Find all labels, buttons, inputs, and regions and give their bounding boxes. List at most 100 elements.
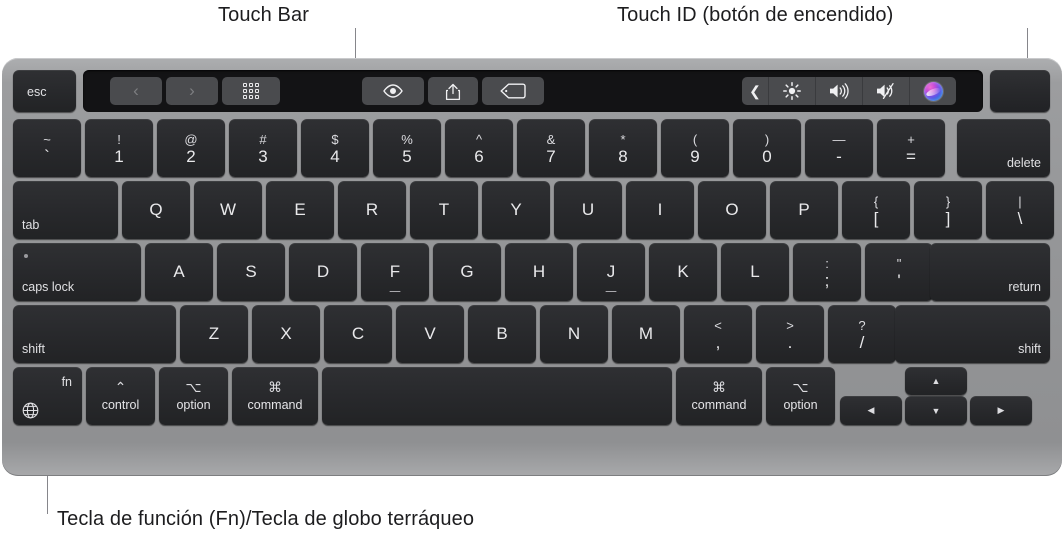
key-backslash[interactable]: | \ <box>986 181 1054 239</box>
key-s[interactable]: S <box>217 243 285 301</box>
key-t[interactable]: T <box>410 181 478 239</box>
key-o[interactable]: O <box>698 181 766 239</box>
key-tab[interactable]: tab <box>13 181 118 239</box>
key-9[interactable]: (9 <box>661 119 729 177</box>
key-2[interactable]: @2 <box>157 119 225 177</box>
key-caps-lock[interactable]: caps lock <box>13 243 141 301</box>
key-shift-right[interactable]: shift <box>895 305 1050 363</box>
key-fn-globe[interactable]: fn <box>13 367 82 425</box>
key-arrow-right[interactable]: ▶ <box>970 396 1032 425</box>
key-c[interactable]: C <box>324 305 392 363</box>
key-bracket-left[interactable]: {[ <box>842 181 910 239</box>
key-arrow-down[interactable]: ▼ <box>905 396 967 425</box>
key-v-label: V <box>424 324 436 343</box>
key-8[interactable]: * 8 <box>589 119 657 177</box>
expand-control-strip-button[interactable]: ❮ <box>742 77 769 105</box>
key-f[interactable]: F <box>361 243 429 301</box>
key-h[interactable]: H <box>505 243 573 301</box>
key-v[interactable]: V <box>396 305 464 363</box>
key-o-label: O <box>725 200 739 219</box>
key-b[interactable]: B <box>468 305 536 363</box>
key-esc[interactable]: esc <box>13 70 76 112</box>
key-z[interactable]: Z <box>180 305 248 363</box>
key-arrow-left[interactable]: ◀ <box>840 396 902 425</box>
key-option-right[interactable]: ⌥ option <box>766 367 835 425</box>
key-j[interactable]: J <box>577 243 645 301</box>
key-4[interactable]: $4 <box>301 119 369 177</box>
keyboard-inner: esc ‹ › ❮ ~ ` ! 1 @ 2 # 3 $ 4 % 5 ^ 6 & … <box>2 58 1062 476</box>
key-minus[interactable]: — - <box>805 119 873 177</box>
key-return[interactable]: return <box>930 243 1050 301</box>
key-m[interactable]: M <box>612 305 680 363</box>
key-delete[interactable]: delete <box>957 119 1050 177</box>
key-slash-upper: ? <box>858 317 866 333</box>
key-arrow-up[interactable]: ▲ <box>905 367 967 395</box>
key-comma[interactable]: <, <box>684 305 752 363</box>
key-option-left[interactable]: ⌥ option <box>159 367 228 425</box>
key-x[interactable]: X <box>252 305 320 363</box>
key-3-lower: 3 <box>258 146 268 166</box>
key-m-label: M <box>638 324 654 343</box>
key-e[interactable]: E <box>266 181 334 239</box>
key-backtick[interactable]: ~ ` <box>13 119 81 177</box>
key-control[interactable]: ⌃ control <box>86 367 155 425</box>
key-y[interactable]: Y <box>482 181 550 239</box>
key-shift-left[interactable]: shift <box>13 305 176 363</box>
key-3-upper: # <box>259 131 267 147</box>
key-slash[interactable]: ? / <box>828 305 896 363</box>
keyboard-diagram: Touch Bar Touch ID (botón de encendido) … <box>0 0 1064 545</box>
key-d-label: D <box>316 262 330 281</box>
quick-look-button[interactable] <box>362 77 424 105</box>
touch-id-button[interactable] <box>990 70 1050 112</box>
key-bracket-left-lower: [ <box>873 208 879 228</box>
key-space[interactable] <box>322 367 672 425</box>
key-equal[interactable]: + = <box>877 119 945 177</box>
key-n[interactable]: N <box>540 305 608 363</box>
key-shift-left-label: shift <box>22 342 45 356</box>
mute-button[interactable] <box>863 77 910 105</box>
key-7-upper: & <box>546 131 556 147</box>
key-6-lower: 6 <box>474 146 484 166</box>
key-bracket-right-lower: ] <box>945 208 951 228</box>
key-n-label: N <box>567 324 581 343</box>
key-command-left[interactable]: ⌘ command <box>232 367 318 425</box>
key-bracket-right[interactable]: }] <box>914 181 982 239</box>
key-i[interactable]: I <box>626 181 694 239</box>
key-minus-upper: — <box>832 131 846 147</box>
back-button[interactable]: ‹ <box>110 77 162 105</box>
key-1[interactable]: ! 1 <box>85 119 153 177</box>
volume-button[interactable] <box>816 77 863 105</box>
tag-button[interactable] <box>482 77 544 105</box>
eye-icon <box>383 84 403 98</box>
key-k[interactable]: K <box>649 243 717 301</box>
key-z-label: Z <box>208 324 220 343</box>
key-w[interactable]: W <box>194 181 262 239</box>
key-u[interactable]: U <box>554 181 622 239</box>
key-q[interactable]: Q <box>122 181 190 239</box>
forward-button[interactable]: › <box>166 77 218 105</box>
share-button[interactable] <box>428 77 478 105</box>
key-4-lower: 4 <box>330 146 340 166</box>
key-9-lower: 9 <box>690 146 700 166</box>
key-l[interactable]: L <box>721 243 789 301</box>
key-command-right[interactable]: ⌘ command <box>676 367 762 425</box>
grid-view-button[interactable] <box>222 77 280 105</box>
key-6[interactable]: ^ 6 <box>445 119 513 177</box>
key-7[interactable]: & 7 <box>517 119 585 177</box>
key-semicolon-upper: : <box>825 255 829 271</box>
siri-button[interactable] <box>910 77 956 105</box>
key-quote[interactable]: " ' <box>865 243 933 301</box>
key-3[interactable]: #3 <box>229 119 297 177</box>
key-0[interactable]: ) 0 <box>733 119 801 177</box>
key-5[interactable]: % 5 <box>373 119 441 177</box>
brightness-button[interactable] <box>769 77 816 105</box>
key-quote-lower: ' <box>897 270 901 290</box>
key-a[interactable]: A <box>145 243 213 301</box>
key-semicolon[interactable]: :; <box>793 243 861 301</box>
key-d[interactable]: D <box>289 243 357 301</box>
key-r[interactable]: R <box>338 181 406 239</box>
key-g[interactable]: G <box>433 243 501 301</box>
key-p[interactable]: P <box>770 181 838 239</box>
key-period[interactable]: >. <box>756 305 824 363</box>
touch-bar[interactable]: ‹ › ❮ <box>83 70 983 112</box>
